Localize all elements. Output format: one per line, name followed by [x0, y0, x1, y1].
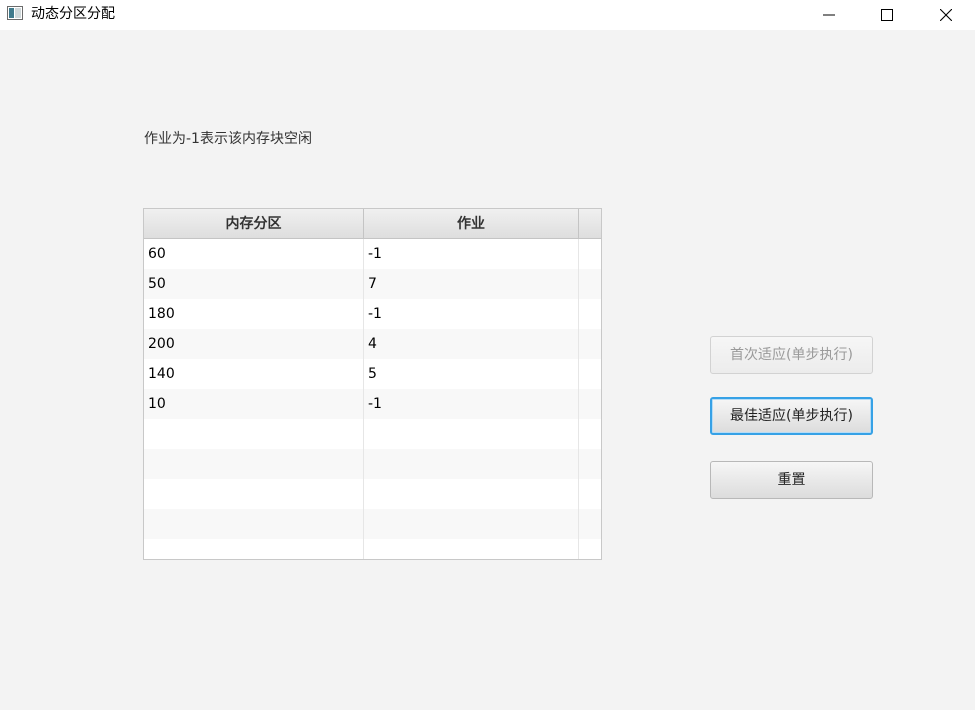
window-title: 动态分区分配	[31, 6, 115, 22]
job-cell: 5	[364, 359, 579, 389]
app-window-icon	[7, 6, 23, 20]
table-body: 60 -1 50 7 180 -1 200 4 140 5 10 -1	[144, 239, 601, 559]
job-cell: -1	[364, 239, 579, 269]
first-fit-step-button[interactable]: 首次适应(单步执行)	[710, 336, 873, 374]
partition-cell	[144, 479, 364, 509]
table-header: 内存分区 作业	[144, 209, 601, 239]
partition-cell	[144, 539, 364, 559]
app-window: 动态分区分配 作业为-1表示该内存块空闲 内存分区 作业 60 -1 50 7 …	[0, 0, 975, 710]
best-fit-step-button[interactable]: 最佳适应(单步执行)	[710, 397, 873, 435]
reset-button[interactable]: 重置	[710, 461, 873, 499]
free-block-hint: 作业为-1表示该内存块空闲	[144, 131, 312, 147]
empty-table-row[interactable]	[144, 479, 601, 509]
job-cell	[364, 479, 579, 509]
partition-cell	[144, 509, 364, 539]
partition-cell: 200	[144, 329, 364, 359]
job-cell: -1	[364, 389, 579, 419]
job-cell: 7	[364, 269, 579, 299]
table-row[interactable]: 50 7	[144, 269, 601, 299]
partition-cell	[144, 419, 364, 449]
table-row[interactable]: 200 4	[144, 329, 601, 359]
partition-cell: 140	[144, 359, 364, 389]
empty-table-row[interactable]	[144, 509, 601, 539]
partition-cell	[144, 449, 364, 479]
column-header-partition[interactable]: 内存分区	[144, 209, 364, 238]
partition-cell: 50	[144, 269, 364, 299]
table-row[interactable]: 60 -1	[144, 239, 601, 269]
minimize-button[interactable]	[800, 0, 858, 30]
table-row[interactable]: 10 -1	[144, 389, 601, 419]
maximize-icon	[881, 9, 893, 21]
job-cell	[364, 509, 579, 539]
empty-table-row[interactable]	[144, 419, 601, 449]
job-cell: -1	[364, 299, 579, 329]
minimize-icon	[823, 14, 835, 16]
job-cell: 4	[364, 329, 579, 359]
close-icon	[940, 9, 952, 21]
empty-table-row[interactable]	[144, 539, 601, 559]
table-row[interactable]: 180 -1	[144, 299, 601, 329]
partition-cell: 180	[144, 299, 364, 329]
close-button[interactable]	[917, 0, 975, 30]
partition-table[interactable]: 内存分区 作业 60 -1 50 7 180 -1 200 4 140 5 10…	[143, 208, 602, 560]
title-bar[interactable]: 动态分区分配	[0, 0, 975, 30]
job-cell	[364, 449, 579, 479]
table-row[interactable]: 140 5	[144, 359, 601, 389]
column-header-job[interactable]: 作业	[364, 209, 579, 238]
empty-table-row[interactable]	[144, 449, 601, 479]
job-cell	[364, 539, 579, 559]
maximize-button[interactable]	[858, 0, 916, 30]
partition-cell: 10	[144, 389, 364, 419]
partition-cell: 60	[144, 239, 364, 269]
job-cell	[364, 419, 579, 449]
column-header-filler	[579, 209, 601, 238]
